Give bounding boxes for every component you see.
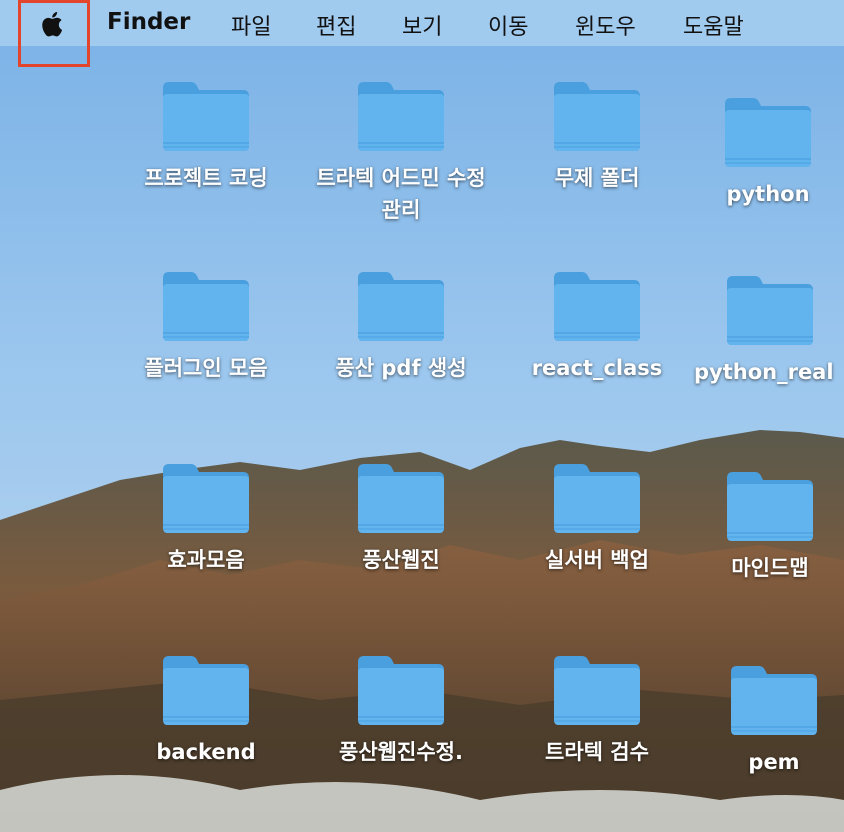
folder-label: pem bbox=[748, 750, 800, 774]
folder-label: 마인드맵 bbox=[731, 556, 809, 580]
folder-icon bbox=[358, 272, 444, 341]
folder-label: react_class bbox=[531, 356, 663, 380]
folder-icon bbox=[554, 464, 640, 533]
folder-label: 실서버 백업 bbox=[545, 548, 649, 572]
desktop-folder[interactable]: 트라텍 어드민 수정 관리 bbox=[311, 80, 491, 226]
desktop-folder[interactable]: 풍산웹진수정. bbox=[311, 654, 491, 768]
desktop-folder[interactable]: react_class bbox=[507, 270, 687, 384]
desktop-folder[interactable]: 마인드맵 bbox=[680, 470, 844, 584]
desktop-folder[interactable]: pem bbox=[684, 664, 844, 778]
folder-label: python_real bbox=[694, 360, 834, 384]
folder-icon bbox=[163, 272, 249, 341]
folder-icon bbox=[731, 666, 817, 735]
folder-label: 풍산웹진수정. bbox=[339, 740, 463, 764]
folder-label: 풍산웹진 bbox=[362, 548, 440, 572]
desktop-folder[interactable]: 풍산 pdf 생성 bbox=[311, 270, 491, 384]
folder-label: python bbox=[726, 182, 810, 206]
desktop-folder[interactable]: 프로젝트 코딩 bbox=[116, 80, 296, 194]
folder-icon bbox=[727, 276, 813, 345]
folder-icon bbox=[163, 82, 249, 151]
folder-label: 풍산 pdf 생성 bbox=[335, 356, 467, 380]
desktop-folder[interactable]: 실서버 백업 bbox=[507, 462, 687, 576]
desktop-folder[interactable]: 풍산웹진 bbox=[311, 462, 491, 576]
folder-label: 효과모음 bbox=[167, 548, 245, 572]
folder-icon bbox=[554, 272, 640, 341]
folder-icon bbox=[163, 656, 249, 725]
desktop: Finder 파일 편집 보기 이동 윈도우 도움말 프로젝트 코딩 트라텍 어… bbox=[0, 0, 844, 832]
desktop-folder[interactable]: 무제 폴더 bbox=[507, 80, 687, 194]
folder-icon bbox=[554, 82, 640, 151]
folder-icon bbox=[554, 656, 640, 725]
folder-label: 무제 폴더 bbox=[554, 166, 640, 190]
folder-icon bbox=[358, 464, 444, 533]
folder-icon bbox=[725, 98, 811, 167]
folder-label: 트라텍 어드민 수정 관리 bbox=[316, 166, 486, 222]
desktop-folder[interactable]: python bbox=[678, 96, 844, 210]
folder-icon bbox=[358, 656, 444, 725]
folder-label: 플러그인 모음 bbox=[144, 356, 268, 380]
folder-icon bbox=[163, 464, 249, 533]
desktop-folder[interactable]: python_real bbox=[680, 274, 844, 388]
folder-icon bbox=[358, 82, 444, 151]
desktop-folder[interactable]: 트라텍 검수 bbox=[507, 654, 687, 768]
folder-label: 트라텍 검수 bbox=[545, 740, 649, 764]
desktop-folder[interactable]: backend bbox=[116, 654, 296, 768]
folder-label: backend bbox=[156, 740, 256, 764]
folder-label: 프로젝트 코딩 bbox=[144, 166, 268, 190]
desktop-folder[interactable]: 플러그인 모음 bbox=[116, 270, 296, 384]
desktop-folder[interactable]: 효과모음 bbox=[116, 462, 296, 576]
folder-icon bbox=[727, 472, 813, 541]
